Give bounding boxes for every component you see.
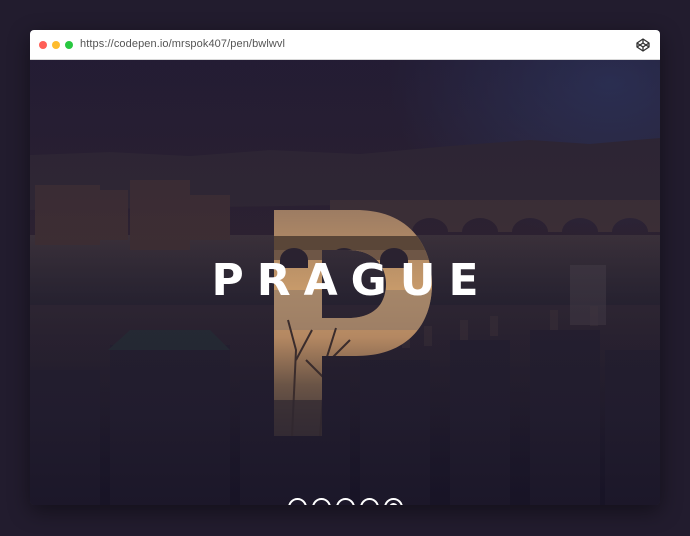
- pagination-dot-1[interactable]: [288, 498, 307, 505]
- codepen-icon[interactable]: [636, 38, 650, 52]
- maximize-dot[interactable]: [65, 41, 73, 49]
- pagination-dot-5[interactable]: [384, 498, 403, 505]
- browser-topbar: https://codepen.io/mrspok407/pen/bwlwvl: [30, 30, 660, 60]
- slide-title: PRAGUE: [211, 255, 492, 306]
- pagination-dot-4[interactable]: [360, 498, 379, 505]
- slider-pagination: [288, 498, 403, 505]
- pagination-dot-3[interactable]: [336, 498, 355, 505]
- address-bar-url[interactable]: https://codepen.io/mrspok407/pen/bwlwvl: [80, 38, 285, 50]
- slider-stage: PRAGUE: [30, 60, 660, 505]
- pagination-dot-2[interactable]: [312, 498, 331, 505]
- close-dot[interactable]: [39, 41, 47, 49]
- minimize-dot[interactable]: [52, 41, 60, 49]
- browser-window: https://codepen.io/mrspok407/pen/bwlwvl: [30, 30, 660, 505]
